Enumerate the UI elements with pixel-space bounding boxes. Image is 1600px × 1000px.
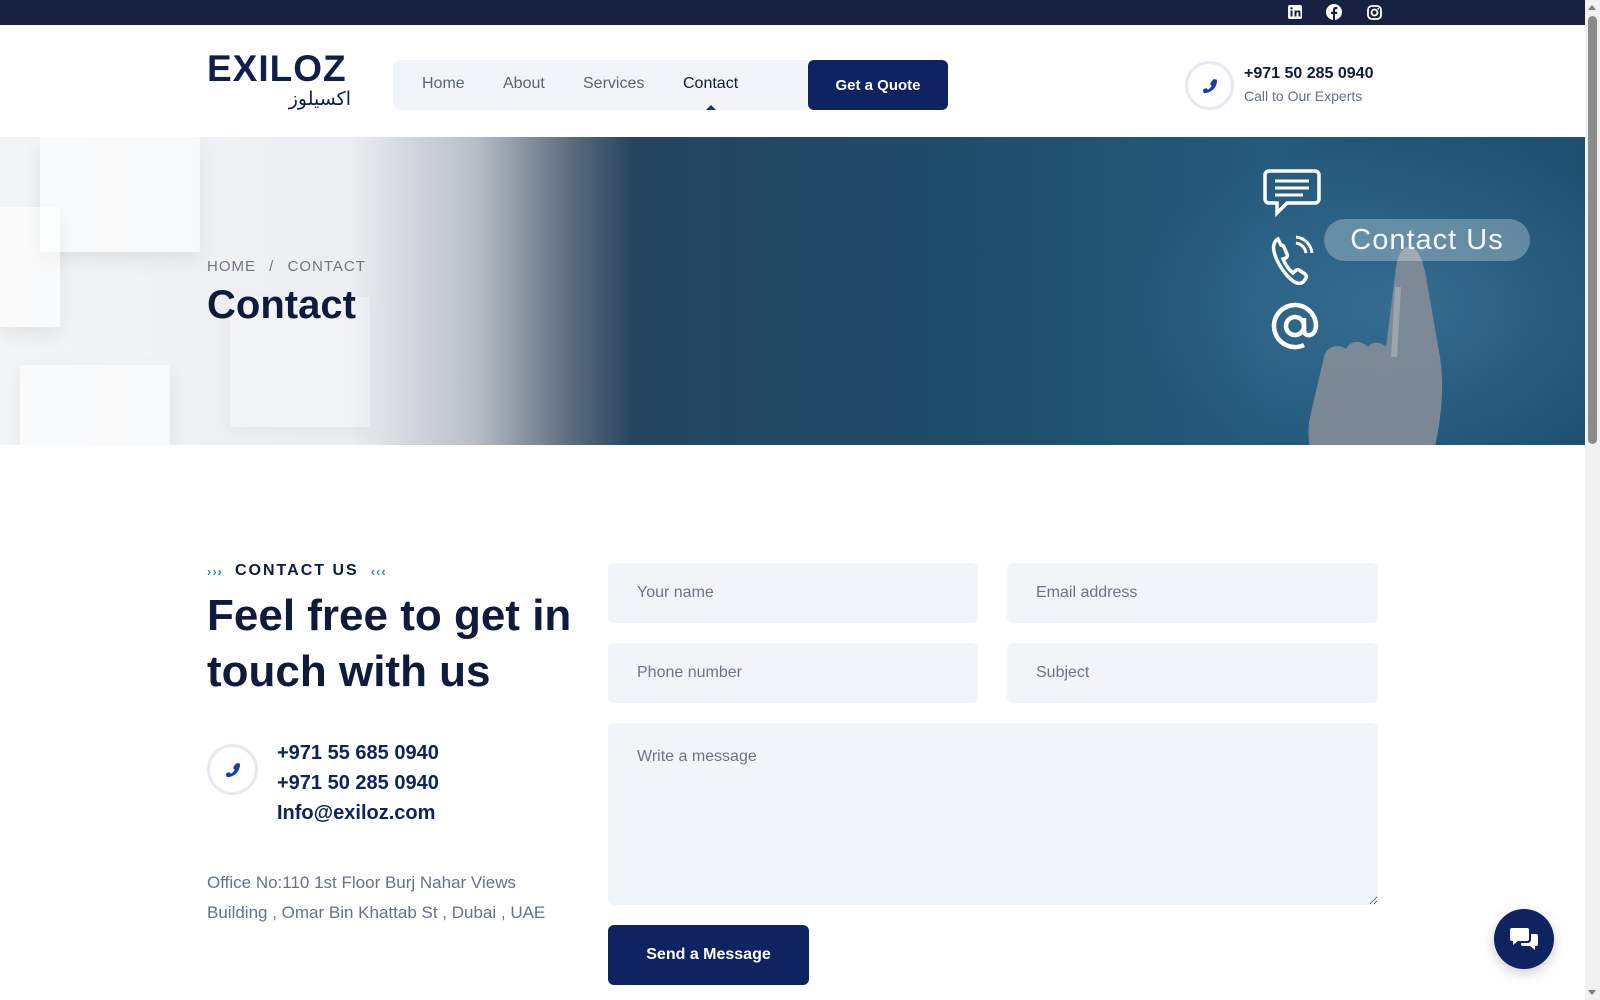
site-header: EXILOZ اكسيلوز Home About Services Conta…: [0, 25, 1585, 137]
linkedin-icon[interactable]: [1286, 3, 1304, 21]
decor-tile: [0, 207, 60, 327]
page-title: Contact: [207, 283, 356, 327]
scroll-down-arrow-icon[interactable]: [1588, 990, 1596, 995]
top-social-bar: [0, 0, 1585, 25]
nav-about[interactable]: About: [503, 75, 545, 93]
contact-phone-1[interactable]: +971 55 685 0940: [277, 742, 439, 765]
page-scrollbar[interactable]: [1585, 0, 1600, 1000]
chat-widget-button[interactable]: [1494, 909, 1554, 969]
email-input[interactable]: [1007, 563, 1378, 623]
nav-services[interactable]: Services: [583, 75, 644, 93]
breadcrumb-separator: /: [269, 258, 275, 275]
phone-input[interactable]: [608, 643, 978, 703]
office-address: Office No:110 1st Floor Burj Nahar Views…: [207, 873, 546, 922]
contact-phone-icon: [207, 744, 258, 795]
logo-latin-text: EXILOZ: [207, 48, 347, 89]
section-headline: Feel free to get in touch with us: [207, 591, 572, 696]
chat-bubble-icon: [1263, 167, 1321, 222]
facebook-icon[interactable]: [1325, 3, 1343, 21]
scroll-up-arrow-icon[interactable]: [1588, 5, 1596, 10]
active-nav-indicator: [706, 105, 716, 110]
decor-tile: [20, 365, 170, 445]
eyebrow-chevrons-right: ‹‹‹: [370, 563, 387, 579]
scrollbar-thumb[interactable]: [1588, 16, 1597, 444]
subject-input[interactable]: [1007, 643, 1378, 703]
contact-us-image-label: Contact Us: [1324, 219, 1530, 261]
header-phone-number[interactable]: +971 50 285 0940: [1244, 65, 1373, 83]
send-message-button[interactable]: Send a Message: [608, 925, 809, 985]
header-phone-icon: [1185, 61, 1234, 110]
section-eyebrow: ››› CONTACT US ‹‹‹: [207, 562, 387, 580]
message-textarea[interactable]: [608, 723, 1378, 905]
pointing-hand-illustration: [1308, 247, 1443, 445]
breadcrumb: HOME / CONTACT: [207, 258, 366, 275]
nav-home[interactable]: Home: [422, 75, 465, 93]
instagram-icon[interactable]: [1365, 3, 1383, 21]
chat-icon: [1510, 928, 1538, 950]
logo-arabic-text: اكسيلوز: [288, 88, 351, 110]
name-input[interactable]: [608, 563, 978, 623]
page-hero-banner: HOME / CONTACT Contact Contact Us: [0, 137, 1585, 445]
decor-tile: [40, 137, 200, 252]
header-phone-caption: Call to Our Experts: [1244, 88, 1363, 104]
site-logo[interactable]: EXILOZ اكسيلوز: [207, 48, 351, 111]
contact-email[interactable]: Info@exiloz.com: [277, 802, 435, 825]
contact-phone-2[interactable]: +971 50 285 0940: [277, 772, 439, 795]
eyebrow-chevrons-left: ›››: [207, 563, 223, 579]
breadcrumb-home[interactable]: HOME: [207, 258, 256, 275]
get-quote-button[interactable]: Get a Quote: [808, 60, 948, 110]
breadcrumb-current: CONTACT: [287, 258, 366, 275]
eyebrow-label: CONTACT US: [235, 562, 359, 579]
nav-contact[interactable]: Contact: [683, 75, 738, 93]
